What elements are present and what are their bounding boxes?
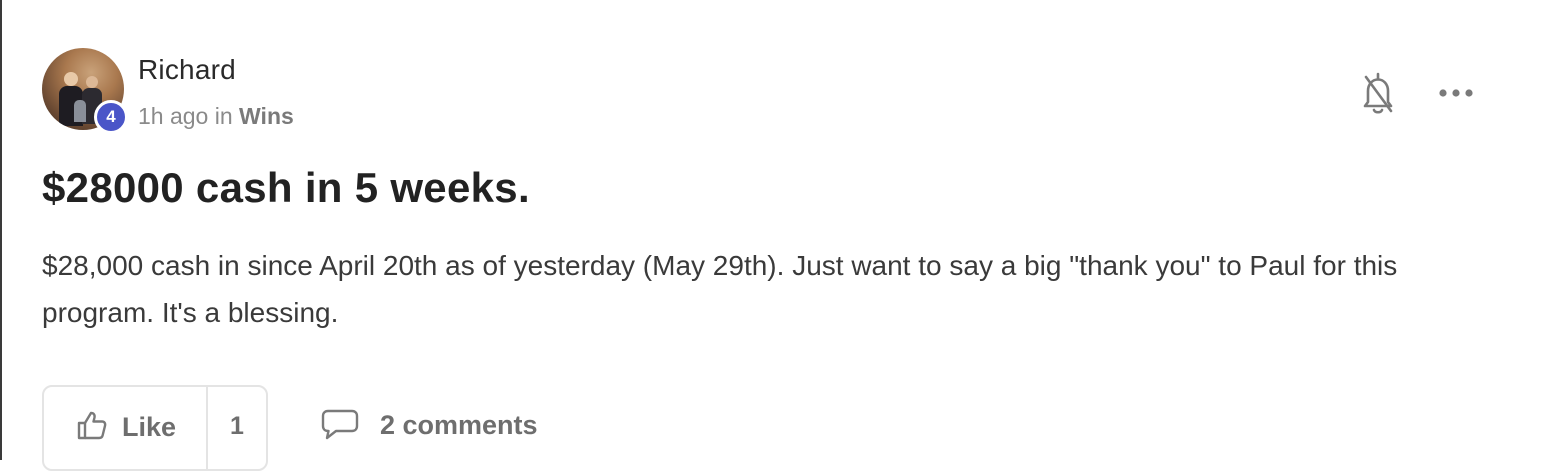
post-time: 1h ago — [138, 103, 209, 129]
comments-label: 2 comments — [380, 409, 538, 440]
like-label: Like — [122, 412, 177, 442]
post-title[interactable]: $28000 cash in 5 weeks. — [42, 164, 530, 212]
like-button[interactable]: Like — [44, 387, 206, 469]
post-meta: 1h ago in Wins — [138, 103, 294, 130]
like-count[interactable]: 1 — [206, 387, 266, 469]
bell-off-icon — [1363, 72, 1393, 114]
post-body: $28,000 cash in since April 20th as of y… — [42, 250, 1398, 328]
more-options-button[interactable] — [1434, 76, 1478, 110]
thumbs-up-icon — [77, 411, 107, 440]
author-avatar-container[interactable]: 4 — [42, 48, 128, 134]
comments-button[interactable]: 2 comments — [320, 408, 538, 442]
level-badge: 4 — [94, 100, 128, 134]
author-name[interactable]: Richard — [138, 54, 236, 86]
post-card: 4 Richard 1h ago in Wins $28000 cash in … — [0, 0, 1544, 471]
comment-bubble-icon — [321, 409, 359, 440]
more-horizontal-icon — [1439, 89, 1473, 97]
notification-toggle-button[interactable] — [1356, 70, 1400, 116]
post-category-link[interactable]: Wins — [239, 103, 294, 129]
like-button-group: Like 1 — [42, 385, 268, 471]
meta-in-word: in — [214, 103, 233, 129]
